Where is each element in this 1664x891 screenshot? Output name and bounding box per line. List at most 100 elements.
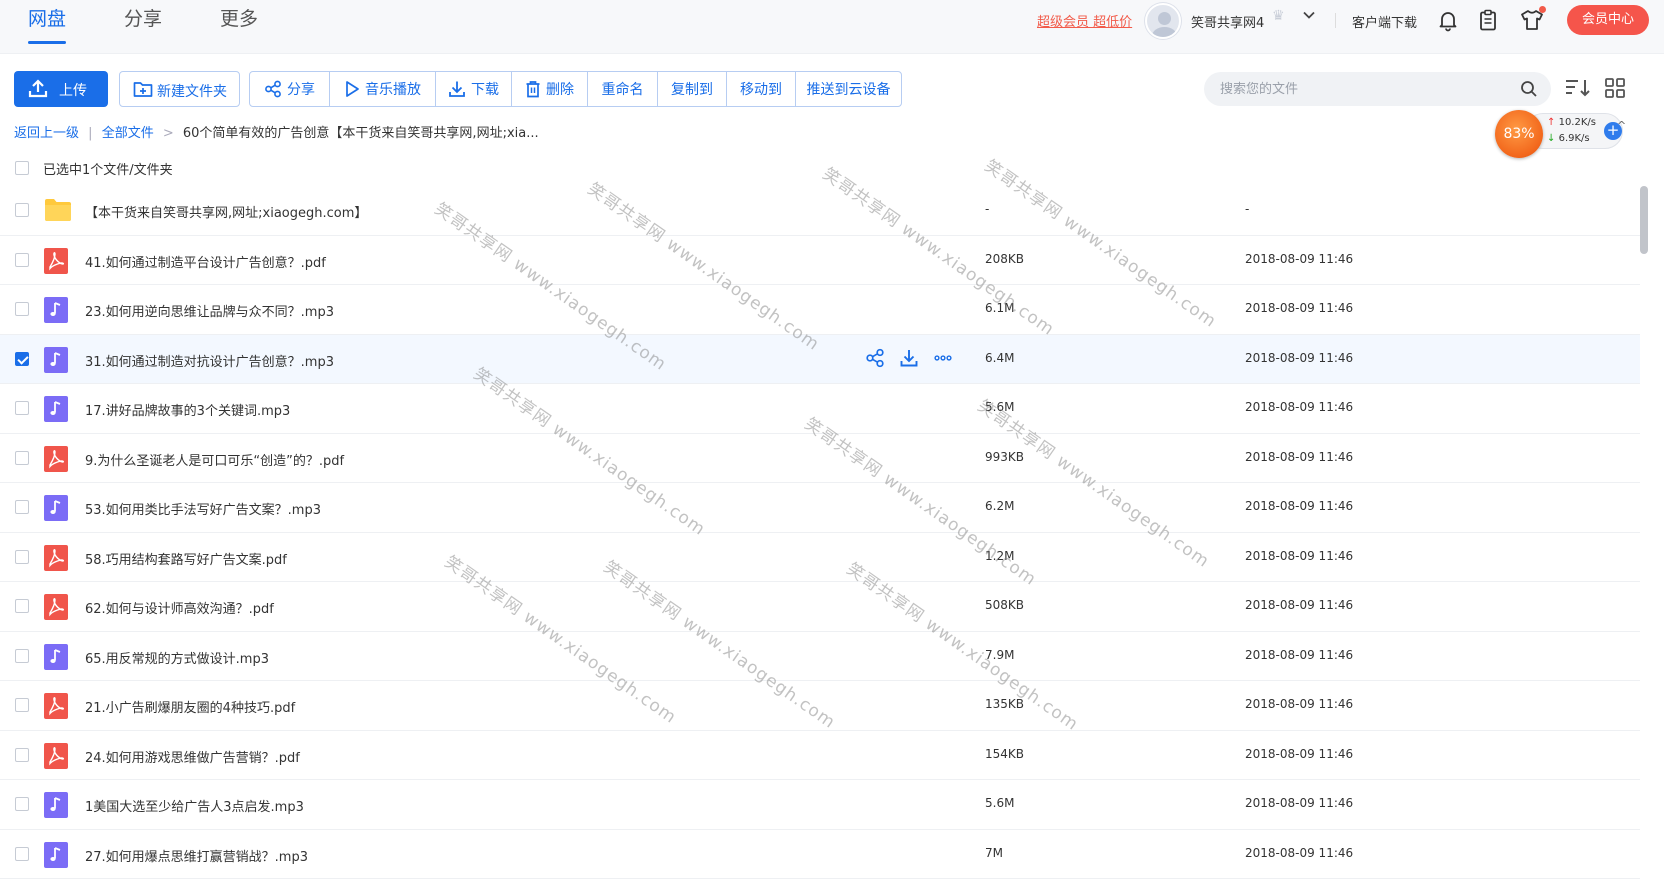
client-download-link[interactable]: 客户端下载 xyxy=(1352,12,1417,31)
back-link[interactable]: 返回上一级 xyxy=(14,126,79,141)
file-name[interactable]: 24.如何用游戏思维做广告营销？.pdf xyxy=(85,747,300,766)
search-icon[interactable] xyxy=(1520,80,1538,98)
row-checkbox[interactable] xyxy=(15,203,29,217)
search-input[interactable] xyxy=(1220,79,1510,99)
file-row[interactable]: 31.如何通过制造对抗设计广告创意？.mp3 6.4M 2018-08-09 11:… xyxy=(0,334,1640,384)
download-icon[interactable] xyxy=(899,348,919,368)
share-icon[interactable] xyxy=(865,348,885,368)
move-to-button[interactable]: 移动到 xyxy=(727,72,796,106)
all-files-link[interactable]: 全部文件 xyxy=(102,126,154,141)
row-checkbox[interactable] xyxy=(15,846,29,861)
tab-share[interactable]: 分享 xyxy=(124,6,162,44)
share-button[interactable]: 分享 xyxy=(250,72,330,106)
tab-more[interactable]: 更多 xyxy=(220,6,258,44)
file-row[interactable]: 24.如何用游戏思维做广告营销？.pdf 154KB 2018-08-09 11:4… xyxy=(0,731,1640,780)
file-size: 154KB xyxy=(985,746,1025,761)
speed-widget[interactable]: 83% ↑ 10.2K/s ↓ 6.9K/s + xyxy=(1495,110,1625,158)
new-folder-button[interactable]: 新建文件夹 xyxy=(119,71,240,107)
arrow-down-icon: ↓ xyxy=(1547,133,1556,144)
row-checkbox[interactable] xyxy=(15,252,29,267)
vip-promo-link[interactable]: 超级会员 超低价 xyxy=(1037,11,1132,30)
file-row[interactable]: 9.为什么圣诞老人是可口可乐“创造”的？.pdf 993KB 2018-08-09 … xyxy=(0,434,1640,483)
file-row[interactable]: 1美国大选至少给广告人3点启发.mp3 5.6M 2018-08-09 11:46 xyxy=(0,780,1640,830)
avatar[interactable] xyxy=(1145,3,1181,39)
row-checkbox[interactable] xyxy=(15,797,29,811)
row-checkbox[interactable] xyxy=(15,747,29,762)
row-checkbox[interactable] xyxy=(15,302,29,316)
breadcrumb-separator: | xyxy=(88,126,93,141)
file-name[interactable]: 62.如何与设计师高效沟通？.pdf xyxy=(85,598,274,617)
row-checkbox[interactable] xyxy=(15,648,29,663)
file-name[interactable]: 【本干货来自笑哥共享网,网址;xiaogegh.com】 xyxy=(85,202,367,221)
upload-button[interactable]: 上传 xyxy=(14,71,108,107)
file-row[interactable]: 27.如何用爆点思维打赢营销战？.mp3 7M 2018-08-09 11:46 xyxy=(0,830,1640,879)
file-name[interactable]: 31.如何通过制造对抗设计广告创意？.mp3 xyxy=(85,351,334,370)
file-list: 【本干货来自笑哥共享网,网址;xiaogegh.com】 - - 41.如何通过制造平… xyxy=(0,186,1640,879)
upload-speed-value: 10.2K/s xyxy=(1558,117,1596,128)
file-name[interactable]: 1美国大选至少给广告人3点启发.mp3 xyxy=(85,796,304,815)
file-row[interactable]: 62.如何与设计师高效沟通？.pdf 508KB 2018-08-09 11:46 xyxy=(0,582,1640,632)
clipboard-icon[interactable] xyxy=(1476,8,1500,32)
file-date: 2018-08-09 11:46 xyxy=(1245,796,1354,810)
row-checkbox[interactable] xyxy=(15,401,29,415)
collapse-caret-icon[interactable]: ^ xyxy=(1617,119,1626,132)
username[interactable]: 笑哥共享网4 xyxy=(1191,12,1264,31)
audio-file-icon xyxy=(44,495,68,521)
file-date: 2018-08-09 11:46 xyxy=(1245,598,1354,612)
file-name[interactable]: 9.为什么圣诞老人是可口可乐“创造”的？.pdf xyxy=(85,450,344,469)
file-name[interactable]: 58.巧用结构套路写好广告文案.pdf xyxy=(85,549,287,568)
file-name[interactable]: 53.如何用类比手法写好广告文案？.mp3 xyxy=(85,499,321,518)
file-date: 2018-08-09 11:46 xyxy=(1245,845,1354,860)
audio-file-icon xyxy=(44,792,68,818)
row-checkbox[interactable] xyxy=(15,599,29,613)
file-date: 2018-08-09 11:46 xyxy=(1245,400,1354,414)
bell-icon[interactable] xyxy=(1436,8,1460,32)
file-date: 2018-08-09 11:46 xyxy=(1245,548,1354,563)
selection-count: 已选中1个文件/文件夹 xyxy=(43,163,173,178)
file-name[interactable]: 27.如何用爆点思维打赢营销战？.mp3 xyxy=(85,846,308,865)
file-row[interactable]: 58.巧用结构套路写好广告文案.pdf 1.2M 2018-08-09 11:46 xyxy=(0,533,1640,582)
audio-file-icon xyxy=(44,346,68,373)
file-size: 1.2M xyxy=(985,548,1015,563)
file-row[interactable]: 21.小广告刷爆朋友圈的4种技巧.pdf 135KB 2018-08-09 11:4… xyxy=(0,681,1640,731)
file-row[interactable]: 53.如何用类比手法写好广告文案？.mp3 6.2M 2018-08-09 11:4… xyxy=(0,483,1640,533)
file-name[interactable]: 65.用反常规的方式做设计.mp3 xyxy=(85,648,269,667)
sort-icon[interactable] xyxy=(1564,77,1592,103)
breadcrumb-separator: > xyxy=(162,126,174,141)
chevron-down-icon[interactable] xyxy=(1302,8,1316,26)
row-checkbox[interactable] xyxy=(15,698,29,712)
file-name[interactable]: 21.小广告刷爆朋友圈的4种技巧.pdf xyxy=(85,697,295,716)
new-folder-label: 新建文件夹 xyxy=(157,84,227,100)
file-name[interactable]: 23.如何用逆向思维让品牌与众不同？.mp3 xyxy=(85,301,334,320)
rename-button[interactable]: 重命名 xyxy=(588,72,658,106)
push-to-device-button[interactable]: 推送到云设备 xyxy=(796,72,901,106)
more-icon[interactable] xyxy=(933,348,953,368)
grid-view-icon[interactable] xyxy=(1604,77,1626,103)
file-name[interactable]: 17.讲好品牌故事的3个关键词.mp3 xyxy=(85,400,290,419)
row-checkbox[interactable] xyxy=(15,500,29,514)
copy-to-button[interactable]: 复制到 xyxy=(658,72,727,106)
music-play-button[interactable]: 音乐播放 xyxy=(330,72,436,106)
file-date: 2018-08-09 11:46 xyxy=(1245,251,1354,266)
scrollbar-thumb[interactable] xyxy=(1640,186,1648,254)
row-checkbox[interactable] xyxy=(15,549,29,564)
file-row[interactable]: 17.讲好品牌故事的3个关键词.mp3 5.6M 2018-08-09 11:46 xyxy=(0,384,1640,434)
vip-center-button[interactable]: 会员中心 xyxy=(1567,5,1649,35)
delete-button[interactable]: 删除 xyxy=(512,72,588,106)
file-row[interactable]: 65.用反常规的方式做设计.mp3 7.9M 2018-08-09 11:46 xyxy=(0,632,1640,681)
select-all-checkbox[interactable] xyxy=(15,161,29,175)
scrollbar[interactable] xyxy=(1639,186,1649,891)
pdf-file-icon xyxy=(44,742,68,769)
file-row[interactable]: 【本干货来自笑哥共享网,网址;xiaogegh.com】 - - xyxy=(0,186,1640,236)
file-row[interactable]: 23.如何用逆向思维让品牌与众不同？.mp3 6.1M 2018-08-09 11:… xyxy=(0,285,1640,335)
upload-speed: ↑ 10.2K/s xyxy=(1547,117,1596,128)
pdf-file-icon xyxy=(44,445,68,472)
row-checkbox[interactable] xyxy=(15,351,29,366)
row-checkbox[interactable] xyxy=(15,450,29,465)
file-name[interactable]: 41.如何通过制造平台设计广告创意？.pdf xyxy=(85,252,326,271)
file-row[interactable]: 41.如何通过制造平台设计广告创意？.pdf 208KB 2018-08-09 11… xyxy=(0,236,1640,285)
breadcrumb: 返回上一级 | 全部文件 > 60个简单有效的广告创意【本干货来自笑哥共享网,网… xyxy=(14,122,539,141)
search-box xyxy=(1204,72,1551,106)
download-button[interactable]: 下载 xyxy=(436,72,512,106)
tab-netdisk[interactable]: 网盘 xyxy=(28,6,67,44)
